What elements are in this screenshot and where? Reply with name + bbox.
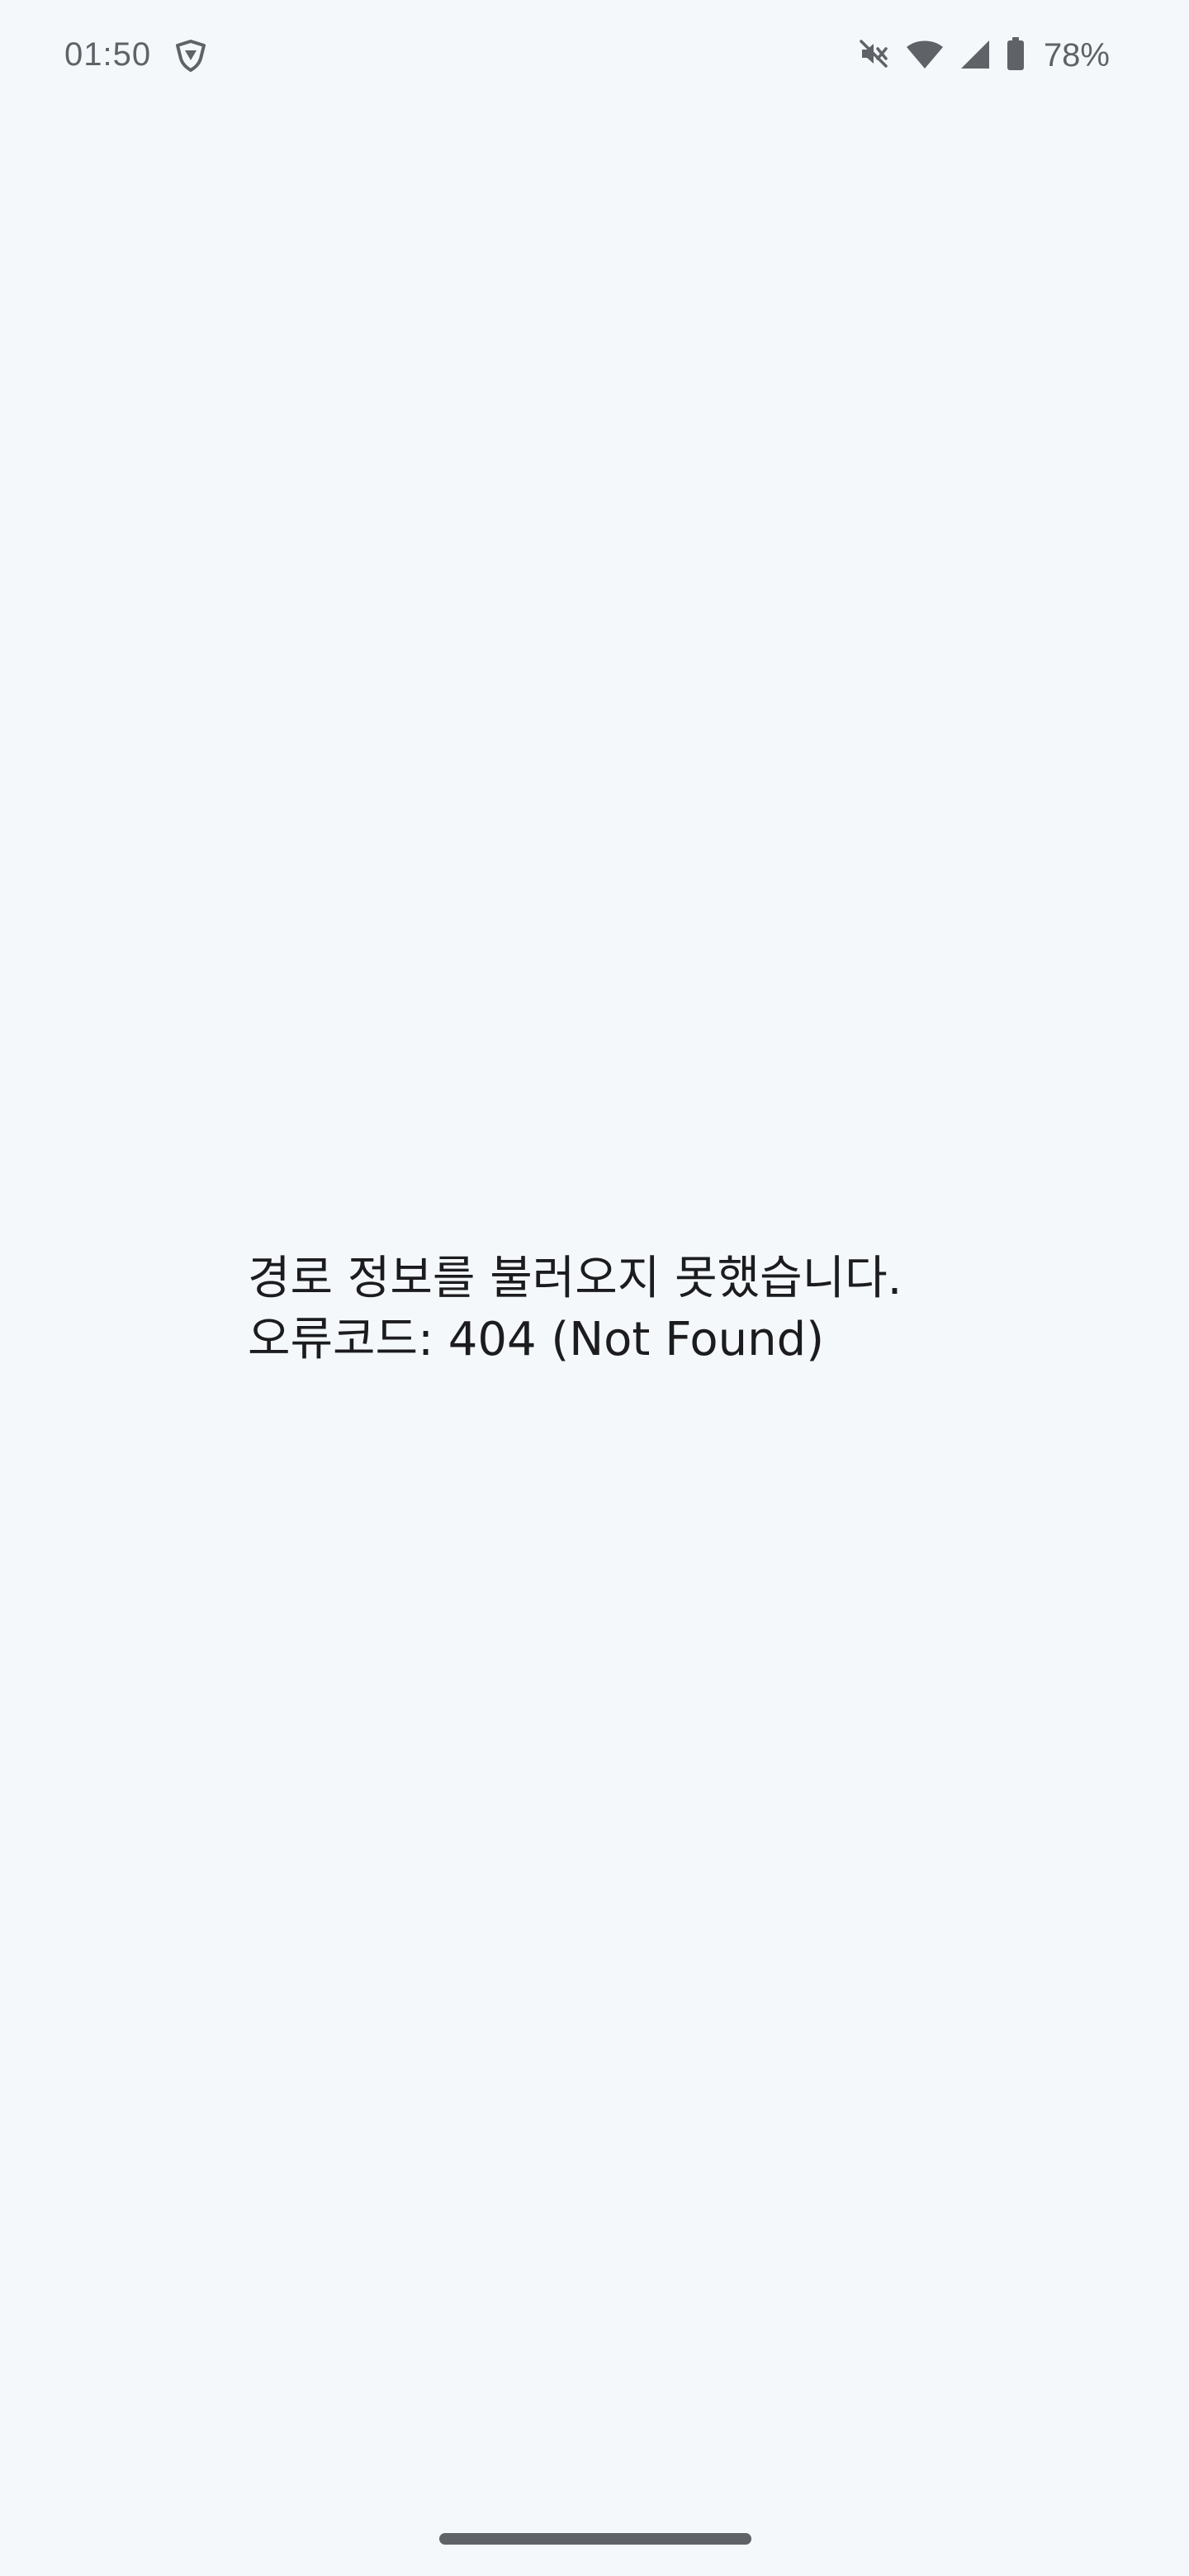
error-message: 경로 정보를 불러오지 못했습니다. 오류코드: 404 (Not Found) bbox=[248, 1248, 1040, 1371]
battery-icon bbox=[1006, 36, 1026, 74]
mute-icon bbox=[857, 37, 890, 73]
status-right: 78% bbox=[857, 36, 1110, 74]
error-code-line: 오류코드: 404 (Not Found) bbox=[248, 1313, 825, 1366]
cellular-signal-icon bbox=[959, 37, 991, 73]
status-left: 01:50 bbox=[64, 36, 209, 73]
wifi-icon bbox=[905, 37, 945, 73]
battery-percentage: 78% bbox=[1043, 36, 1110, 73]
error-message-line-1: 경로 정보를 불러오지 못했습니다. bbox=[248, 1252, 902, 1305]
vpn-shield-icon bbox=[173, 37, 209, 73]
status-bar: 01:50 78% bbox=[0, 0, 1189, 116]
gesture-nav-handle[interactable] bbox=[439, 2533, 751, 2545]
status-time: 01:50 bbox=[64, 36, 152, 73]
